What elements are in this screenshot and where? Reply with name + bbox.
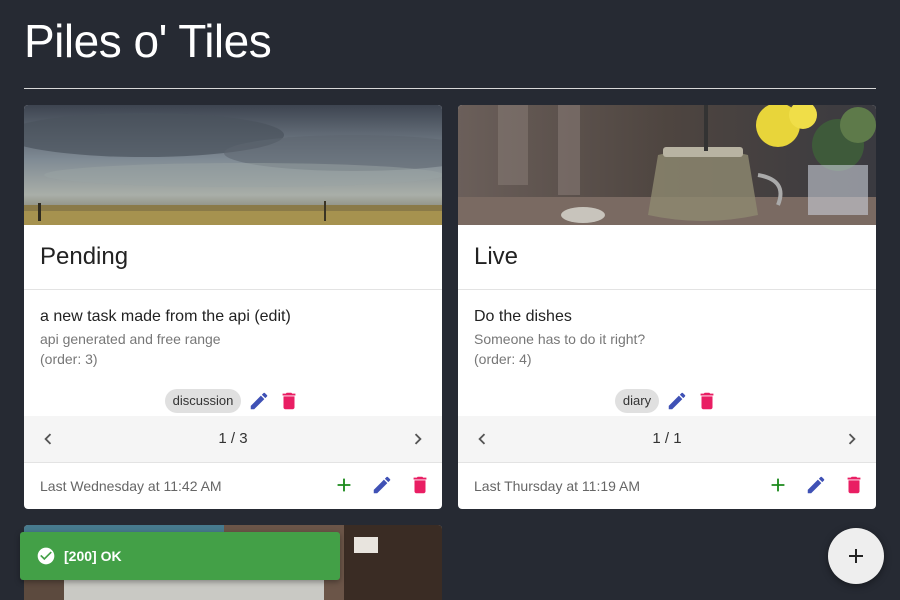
tile-card-live: Live Do the dishes Someone has to do it … (458, 105, 876, 509)
delete-tag-button[interactable] (277, 389, 301, 413)
task-subtitle: Someone has to do it right? (474, 331, 646, 347)
card-heading: Live (474, 243, 519, 270)
page-indicator: 1 / 1 (652, 430, 682, 447)
tag-chip[interactable]: discussion (164, 389, 242, 413)
divider (458, 289, 876, 290)
status-toast: [200] OK (20, 532, 340, 580)
next-page-button[interactable] (840, 427, 864, 451)
task-order: (order: 3) (40, 351, 98, 367)
plus-icon (771, 478, 785, 492)
chevron-right-icon (414, 433, 422, 445)
tag-row: discussion (24, 388, 442, 414)
plus-icon (849, 549, 863, 563)
delete-tag-button[interactable] (695, 389, 719, 413)
check-circle-icon (37, 547, 55, 565)
page-indicator: 1 / 3 (218, 430, 248, 447)
add-task-button[interactable] (766, 473, 790, 497)
task-subtitle: api generated and free range (40, 331, 221, 347)
card-actions (332, 473, 432, 497)
pencil-icon (251, 392, 268, 410)
page-title: Piles o' Tiles (24, 15, 272, 67)
divider (24, 289, 442, 290)
next-page-button[interactable] (406, 427, 430, 451)
task-title[interactable]: Do the dishes (474, 308, 572, 326)
tag-chip[interactable]: diary (614, 389, 660, 413)
card-heading: Pending (40, 243, 129, 270)
divider (24, 462, 442, 463)
trash-icon (700, 392, 714, 410)
task-title[interactable]: a new task made from the api (edit) (40, 308, 291, 326)
edit-card-button[interactable] (804, 473, 828, 497)
last-updated: Last Thursday at 11:19 AM (474, 478, 641, 494)
delete-card-button[interactable] (842, 473, 866, 497)
tile-card-pending: Pending a new task made from the api (ed… (24, 105, 442, 509)
pencil-icon (807, 476, 825, 494)
card-actions (766, 473, 866, 497)
chevron-right-icon (848, 433, 856, 445)
add-tile-button[interactable] (828, 528, 884, 584)
card-cover-image (24, 105, 442, 225)
divider (458, 462, 876, 463)
tag-row: diary (458, 388, 876, 414)
add-task-button[interactable] (332, 473, 356, 497)
edit-tag-button[interactable] (247, 389, 271, 413)
toast-message: [200] OK (64, 548, 122, 564)
trash-icon (282, 392, 296, 410)
trash-icon (847, 476, 861, 494)
task-pager: 1 / 3 (24, 416, 442, 462)
delete-card-button[interactable] (408, 473, 432, 497)
trash-icon (413, 476, 427, 494)
task-pager: 1 / 1 (458, 416, 876, 462)
pencil-icon (373, 476, 391, 494)
task-order: (order: 4) (474, 351, 532, 367)
edit-tag-button[interactable] (665, 389, 689, 413)
title-divider (24, 88, 876, 89)
pencil-icon (668, 392, 686, 410)
card-cover-image (458, 105, 876, 225)
plus-icon (337, 478, 351, 492)
edit-card-button[interactable] (370, 473, 394, 497)
last-updated: Last Wednesday at 11:42 AM (40, 478, 222, 494)
